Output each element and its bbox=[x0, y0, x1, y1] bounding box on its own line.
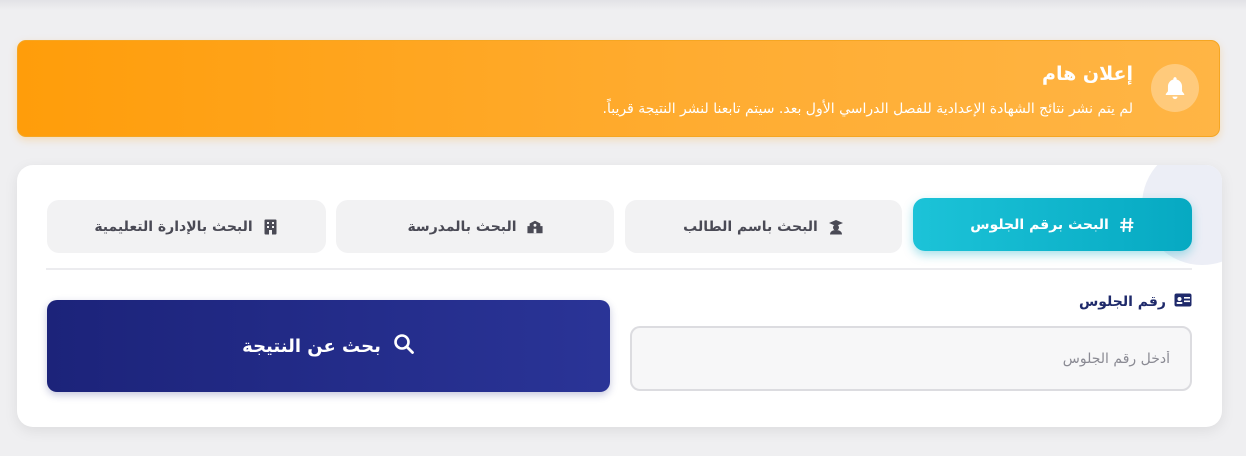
tab-label: البحث باسم الطالب bbox=[683, 218, 818, 235]
graduate-icon bbox=[828, 219, 844, 235]
announcement-banner: إعلان هام لم يتم نشر نتائج الشهادة الإعد… bbox=[17, 40, 1220, 137]
tabs-divider bbox=[46, 268, 1192, 270]
tab-educational-administration[interactable]: البحث بالإدارة التعليمية bbox=[47, 200, 326, 253]
tab-school[interactable]: البحث بالمدرسة bbox=[336, 200, 614, 253]
tab-label: البحث بالمدرسة bbox=[407, 218, 517, 235]
search-card: البحث برقم الجلوس البحث باسم الطالب البح… bbox=[17, 165, 1222, 427]
search-icon bbox=[393, 333, 415, 360]
announcement-title: إعلان هام bbox=[1042, 63, 1133, 85]
bell-icon bbox=[1151, 64, 1199, 112]
announcement-text: لم يتم نشر نتائج الشهادة الإعدادية للفصل… bbox=[602, 101, 1133, 117]
seat-number-label: رقم الجلوس bbox=[1079, 293, 1192, 311]
header-edge bbox=[0, 0, 1246, 10]
search-result-button[interactable]: بحث عن النتيجة bbox=[47, 300, 610, 392]
field-label-text: رقم الجلوس bbox=[1078, 294, 1166, 310]
tab-label: البحث بالإدارة التعليمية bbox=[94, 218, 253, 235]
seat-number-input[interactable] bbox=[630, 326, 1192, 391]
search-button-label: بحث عن النتيجة bbox=[242, 335, 381, 357]
building-icon bbox=[263, 219, 279, 235]
id-card-icon bbox=[1174, 293, 1192, 311]
tab-student-name[interactable]: البحث باسم الطالب bbox=[625, 200, 902, 253]
hash-icon bbox=[1119, 217, 1135, 233]
page: إعلان هام لم يتم نشر نتائج الشهادة الإعد… bbox=[0, 0, 1246, 456]
school-icon bbox=[527, 219, 543, 235]
tab-seat-number[interactable]: البحث برقم الجلوس bbox=[913, 198, 1192, 251]
tab-label: البحث برقم الجلوس bbox=[970, 216, 1109, 233]
